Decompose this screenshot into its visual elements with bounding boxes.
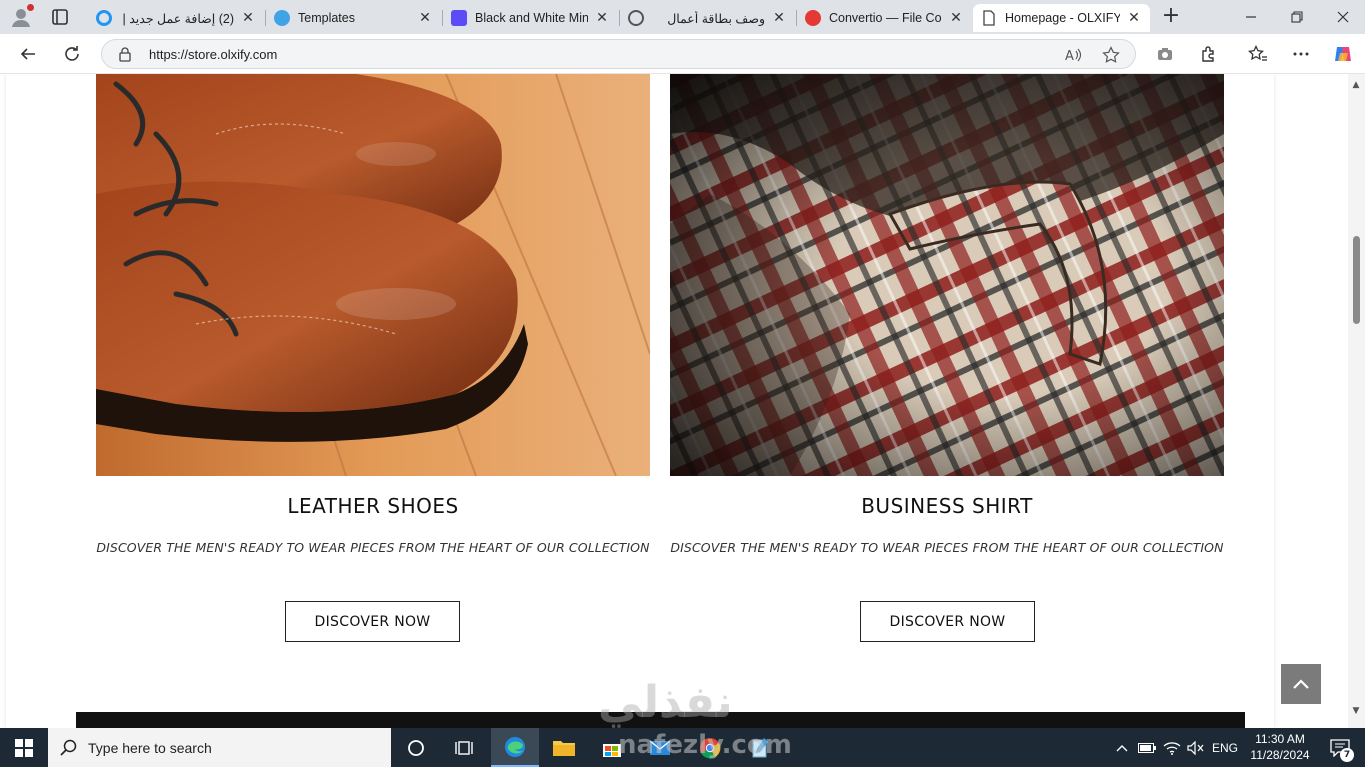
notification-center-button[interactable]: 7 <box>1320 728 1360 767</box>
tab-actions-icon[interactable] <box>50 7 70 27</box>
close-tab-icon[interactable]: ✕ <box>594 10 610 26</box>
vertical-scrollbar[interactable]: ▲ ▼ <box>1348 74 1365 728</box>
system-clock[interactable]: 11:30 AM 11/28/2024 <box>1245 731 1315 763</box>
product-title-leather-shoes[interactable]: LEATHER SHOES <box>96 494 650 518</box>
chatgpt-icon <box>628 10 644 26</box>
cortana-circle-icon <box>408 739 424 756</box>
restore-icon <box>1291 11 1303 23</box>
product-section: LEATHER SHOES DISCOVER THE MEN'S READY T… <box>6 74 1274 728</box>
close-tab-icon[interactable]: ✕ <box>240 10 256 26</box>
tab-black-white[interactable]: Black and White Minim ✕ <box>443 4 618 32</box>
address-bar[interactable]: https://store.olxify.com A <box>101 39 1136 69</box>
restore-button[interactable] <box>1274 0 1320 34</box>
product-description: DISCOVER THE MEN'S READY TO WEAR PIECES … <box>670 540 1224 555</box>
tab-business-card[interactable]: وصف بطاقة أعمال ✕ <box>620 4 795 32</box>
close-window-button[interactable] <box>1320 0 1365 34</box>
tab-title: Convertio — File Conv <box>829 11 942 25</box>
search-icon <box>60 739 77 756</box>
battery-icon[interactable] <box>1136 728 1158 767</box>
product-title-business-shirt[interactable]: BUSINESS SHIRT <box>670 494 1224 518</box>
back-to-top-button[interactable] <box>1281 664 1321 704</box>
settings-menu-button[interactable] <box>1289 42 1313 66</box>
windows-logo-icon <box>15 738 33 757</box>
folder-icon <box>553 740 575 756</box>
tab-title: (2) إضافة عمل جديد | نـ <box>120 11 234 26</box>
copilot-button[interactable] <box>1331 42 1355 66</box>
tab-title: Templates <box>298 11 355 25</box>
file-explorer-button[interactable] <box>540 728 588 767</box>
search-placeholder: Type here to search <box>88 739 212 756</box>
product-description: DISCOVER THE MEN'S READY TO WEAR PIECES … <box>96 540 650 555</box>
back-button[interactable] <box>16 42 40 66</box>
scroll-thumb[interactable] <box>1353 236 1360 324</box>
start-button[interactable] <box>0 728 48 767</box>
back-arrow-icon <box>20 48 35 60</box>
watermark-arabic: نفذلي <box>598 677 733 728</box>
language-indicator[interactable]: ENG <box>1208 728 1242 767</box>
close-tab-icon[interactable]: ✕ <box>417 10 433 26</box>
wifi-icon[interactable] <box>1161 728 1183 767</box>
watermark-latin: nafezly.com <box>618 730 792 760</box>
blue-ring-icon <box>96 10 112 26</box>
page-icon <box>981 10 997 26</box>
favorites-list-icon <box>1248 45 1267 61</box>
tab-homepage-olxify[interactable]: Homepage - OLXIFY ✕ <box>973 4 1150 32</box>
screenshot-button[interactable] <box>1153 42 1177 66</box>
cortana-button[interactable] <box>392 728 440 767</box>
tab-strip: (2) إضافة عمل جديد | نـ ✕ Templates ✕ Bl… <box>0 0 1365 34</box>
favorites-button[interactable] <box>1246 42 1270 66</box>
new-tab-button[interactable]: + <box>1160 5 1182 28</box>
tab-convertio[interactable]: Convertio — File Conv ✕ <box>797 4 972 32</box>
tab-title: وصف بطاقة أعمال <box>667 11 765 26</box>
discover-now-button[interactable]: DISCOVER NOW <box>285 601 460 642</box>
discover-now-button[interactable]: DISCOVER NOW <box>860 601 1035 642</box>
refresh-button[interactable] <box>60 42 84 66</box>
puzzle-icon <box>1202 46 1214 62</box>
close-tab-icon[interactable]: ✕ <box>948 10 964 26</box>
edge-icon <box>505 736 525 757</box>
tab-title: Black and White Minim <box>475 11 588 25</box>
clock-time: 11:30 AM <box>1255 732 1305 746</box>
close-icon <box>1337 11 1349 23</box>
tab-nafezly[interactable]: (2) إضافة عمل جديد | نـ ✕ <box>88 4 264 32</box>
extensions-button[interactable] <box>1197 42 1221 66</box>
business-shirt-image[interactable] <box>670 74 1224 476</box>
scroll-up-icon[interactable]: ▲ <box>1351 80 1361 90</box>
clock-date: 11/28/2024 <box>1250 748 1310 762</box>
notification-count-badge: 7 <box>1340 748 1354 762</box>
more-dots-icon <box>1293 52 1309 56</box>
close-tab-icon[interactable]: ✕ <box>771 10 787 26</box>
url-text[interactable]: https://store.olxify.com <box>149 47 277 62</box>
edge-taskbar-button[interactable] <box>491 728 539 767</box>
profile-avatar-icon[interactable] <box>10 4 34 28</box>
svg-text:A: A <box>1065 49 1074 64</box>
convertio-icon <box>805 10 821 26</box>
tab-title: Homepage - OLXIFY <box>1005 11 1120 25</box>
taskbar-search-box[interactable]: Type here to search <box>48 728 391 767</box>
canva-icon <box>274 10 290 26</box>
minimize-icon <box>1246 16 1256 18</box>
tray-chevron-up-icon[interactable] <box>1112 728 1132 767</box>
canva-heart-icon <box>451 10 467 26</box>
scroll-down-icon[interactable]: ▼ <box>1351 706 1361 716</box>
close-tab-icon[interactable]: ✕ <box>1126 10 1142 26</box>
read-aloud-icon[interactable]: A <box>1064 46 1082 64</box>
web-page: LEATHER SHOES DISCOVER THE MEN'S READY T… <box>0 74 1348 728</box>
navigation-bar: https://store.olxify.com A <box>0 34 1365 74</box>
camera-icon <box>1158 48 1172 60</box>
task-view-button[interactable] <box>440 728 488 767</box>
volume-muted-icon[interactable] <box>1185 728 1207 767</box>
lock-icon[interactable] <box>118 46 132 62</box>
minimize-button[interactable] <box>1228 0 1274 34</box>
refresh-icon <box>65 46 79 61</box>
copilot-icon <box>1335 47 1351 61</box>
task-view-icon <box>455 740 473 755</box>
favorite-star-icon[interactable] <box>1102 46 1120 64</box>
tab-templates[interactable]: Templates ✕ <box>266 4 441 32</box>
profile-notification-dot <box>27 4 34 11</box>
leather-shoes-image[interactable] <box>96 74 650 476</box>
chevron-up-icon <box>1293 679 1309 689</box>
